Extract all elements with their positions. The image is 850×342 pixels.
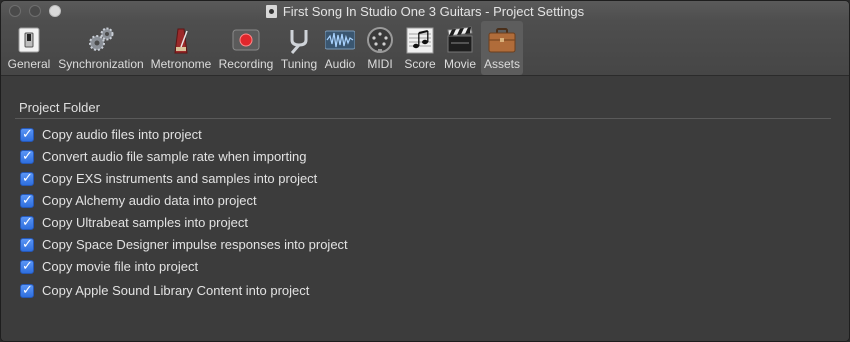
assets-panel: Project Folder ✓ Copy audio files into p… xyxy=(1,76,849,341)
tab-movie-label: Movie xyxy=(443,57,476,71)
tab-assets[interactable]: Assets xyxy=(481,21,523,75)
metronome-icon xyxy=(174,28,188,54)
record-icon xyxy=(232,29,260,51)
checkbox[interactable]: ✓ xyxy=(20,171,34,186)
tab-synchronization[interactable]: Synchronization xyxy=(57,21,145,75)
checkbox[interactable]: ✓ xyxy=(20,237,34,252)
score-notes-icon xyxy=(406,27,434,54)
project-settings-window: First Song In Studio One 3 Guitars - Pro… xyxy=(0,0,850,342)
tab-midi[interactable]: MIDI xyxy=(361,21,399,75)
option-label: Copy audio files into project xyxy=(42,127,202,142)
waveform-icon xyxy=(325,30,355,50)
option-label: Copy Ultrabeat samples into project xyxy=(42,215,248,230)
checkmark-icon: ✓ xyxy=(22,237,33,252)
window-title-text: First Song In Studio One 3 Guitars - Pro… xyxy=(282,4,585,19)
tab-metronome-label: Metronome xyxy=(150,57,212,71)
clapperboard-icon xyxy=(447,26,473,53)
option-label: Copy Alchemy audio data into project xyxy=(42,193,257,208)
document-icon[interactable] xyxy=(265,5,277,18)
option-label: Copy Apple Sound Library Content into pr… xyxy=(42,283,310,298)
tab-general-label: General xyxy=(7,57,51,71)
checkbox[interactable]: ✓ xyxy=(20,193,34,208)
checkmark-icon: ✓ xyxy=(22,215,33,230)
checkmark-icon: ✓ xyxy=(22,149,33,164)
title-bar[interactable]: First Song In Studio One 3 Guitars - Pro… xyxy=(1,1,849,21)
gears-icon xyxy=(89,27,114,51)
option-label: Copy movie file into project xyxy=(42,259,199,274)
tab-midi-label: MIDI xyxy=(367,57,393,71)
tab-audio[interactable]: Audio xyxy=(321,21,359,75)
tuning-fork-icon xyxy=(290,30,308,54)
tab-metronome[interactable]: Metronome xyxy=(149,21,213,75)
tab-score[interactable]: Score xyxy=(401,21,439,75)
tab-score-label: Score xyxy=(404,57,436,71)
tab-synchronization-label: Synchronization xyxy=(58,57,144,71)
section-divider xyxy=(15,118,831,119)
checkmark-icon: ✓ xyxy=(22,259,33,274)
tab-tuning-label: Tuning xyxy=(280,57,318,71)
tab-audio-label: Audio xyxy=(324,57,356,71)
option-label: Convert audio file sample rate when impo… xyxy=(42,149,307,164)
checkbox[interactable]: ✓ xyxy=(20,149,34,164)
tab-recording-label: Recording xyxy=(218,57,274,71)
tab-tuning[interactable]: Tuning xyxy=(279,21,319,75)
midi-port-icon xyxy=(367,27,393,53)
checkmark-icon: ✓ xyxy=(22,193,33,208)
tab-assets-label: Assets xyxy=(483,57,520,71)
checkbox[interactable]: ✓ xyxy=(20,215,34,230)
window-title: First Song In Studio One 3 Guitars - Pro… xyxy=(1,4,849,19)
checkmark-icon: ✓ xyxy=(22,127,33,142)
tab-movie[interactable]: Movie xyxy=(441,21,479,75)
checkbox[interactable]: ✓ xyxy=(20,259,34,274)
checkbox[interactable]: ✓ xyxy=(20,127,34,142)
checkmark-icon: ✓ xyxy=(22,283,33,298)
switch-icon xyxy=(18,27,40,53)
settings-toolbar: General Synchronization Metronome Record… xyxy=(1,21,849,76)
section-title: Project Folder xyxy=(19,100,100,115)
tab-recording[interactable]: Recording xyxy=(215,21,277,75)
option-label: Copy Space Designer impulse responses in… xyxy=(42,237,348,252)
checkbox[interactable]: ✓ xyxy=(20,283,34,298)
tab-general[interactable]: General xyxy=(5,21,53,75)
option-label: Copy EXS instruments and samples into pr… xyxy=(42,171,318,186)
checkmark-icon: ✓ xyxy=(22,171,33,186)
suitcase-icon xyxy=(488,28,516,53)
